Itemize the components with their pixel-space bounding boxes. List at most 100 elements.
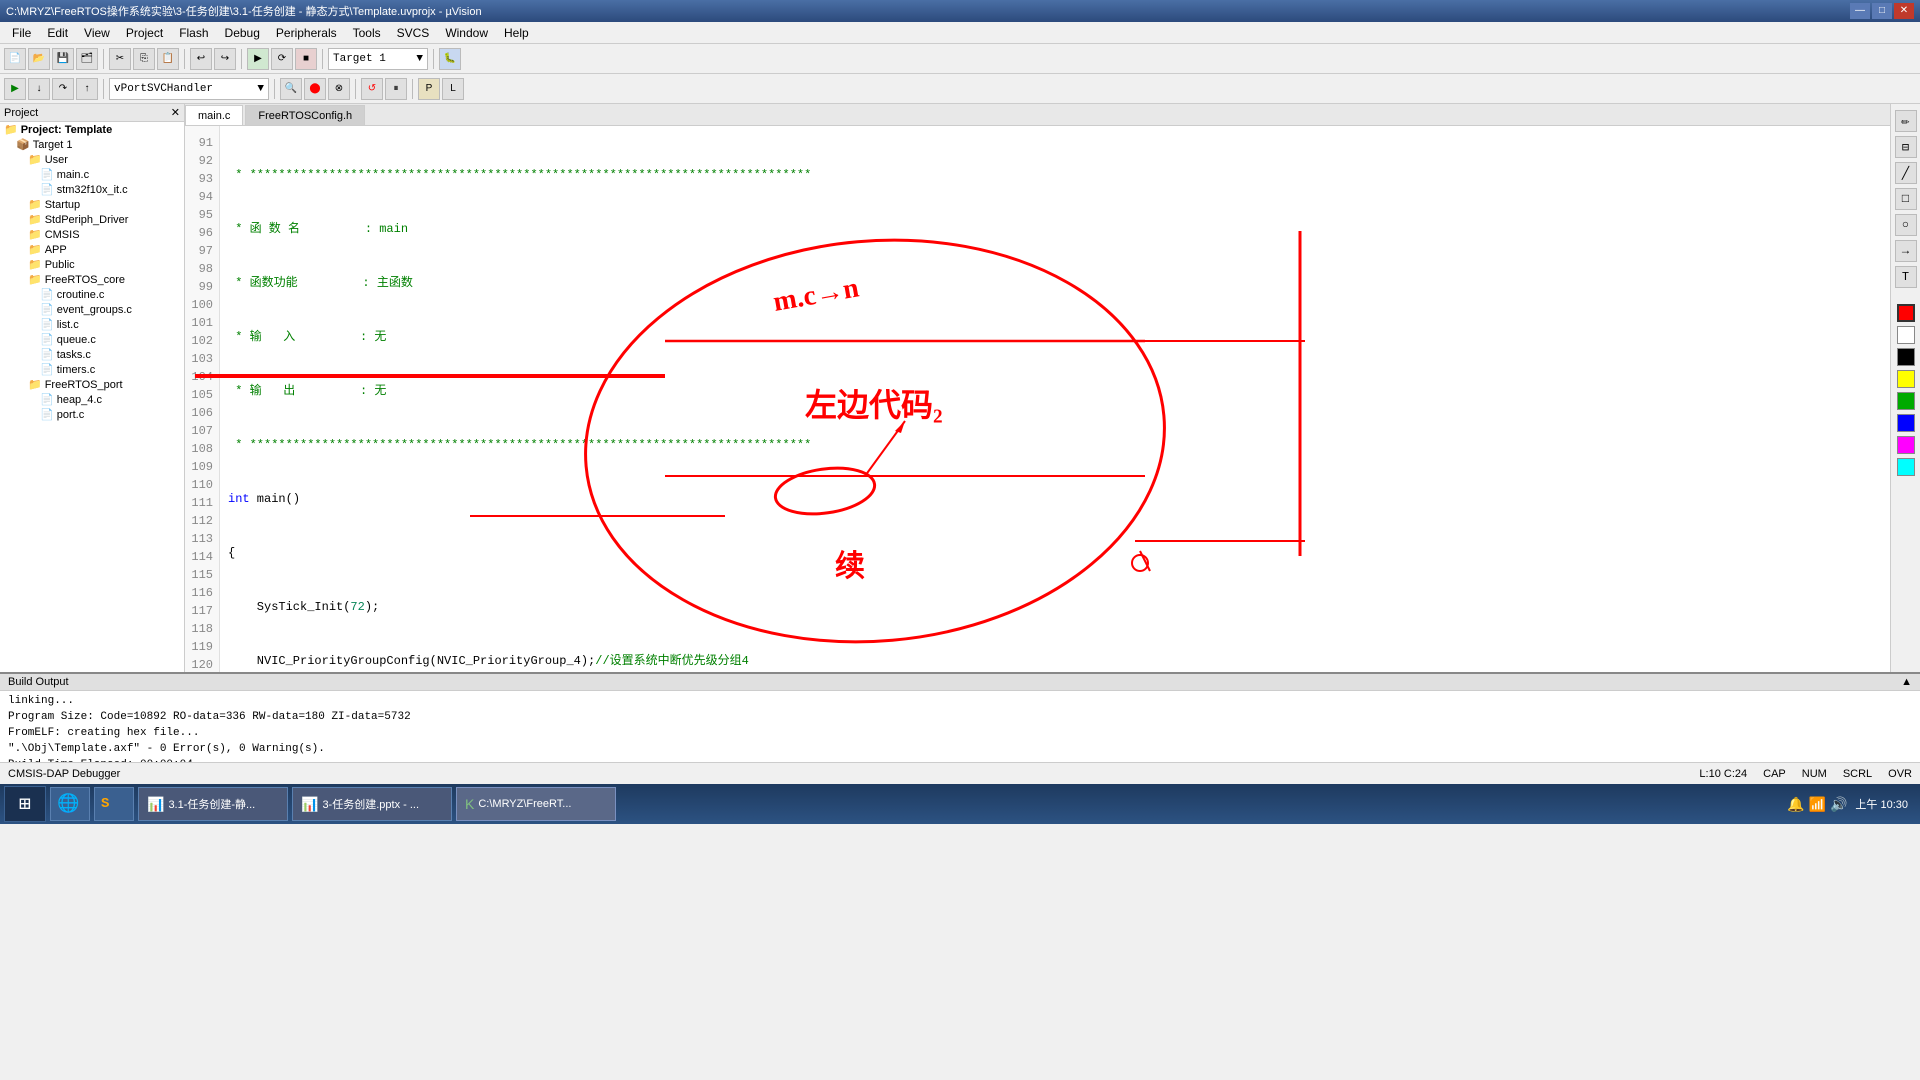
folder-icon-app: 📁 [28,243,42,256]
tree-timers[interactable]: 📄 timers.c [0,362,184,377]
project-close-btn[interactable]: ✕ [171,106,180,119]
target-dropdown[interactable]: Target 1 ▼ [328,48,428,70]
tree-project-root[interactable]: 📁 Project: Template [0,122,184,137]
folder-icon-port: 📁 [28,378,42,391]
color-magenta[interactable] [1897,436,1915,454]
tree-queue[interactable]: 📄 queue.c [0,332,184,347]
taskbar-btn-sohu[interactable]: S [94,787,134,821]
menu-help[interactable]: Help [496,24,537,42]
color-white[interactable] [1897,326,1915,344]
step-btn[interactable]: ↓ [28,78,50,100]
color-cyan[interactable] [1897,458,1915,476]
breakpoint-btn[interactable]: ⬤ [304,78,326,100]
menu-tools[interactable]: Tools [345,24,389,42]
tab-main-c[interactable]: main.c [185,105,243,125]
tree-freertos-core[interactable]: 📁 FreeRTOS_core [0,272,184,287]
build-line-2: Program Size: Code=10892 RO-data=336 RW-… [8,709,1912,725]
tree-freertos-port[interactable]: 📁 FreeRTOS_port [0,377,184,392]
cut-btn[interactable]: ✂ [109,48,131,70]
menu-debug[interactable]: Debug [217,24,268,42]
menu-window[interactable]: Window [437,24,496,42]
menu-project[interactable]: Project [118,24,171,42]
code-container: 9192939495969798991001011021031041051061… [185,126,1890,672]
ellipse-tool-btn[interactable]: ○ [1895,214,1917,236]
folder-icon-public: 📁 [28,258,42,271]
tree-public[interactable]: 📁 Public [0,257,184,272]
save-all-btn[interactable]: 🗂 [76,48,98,70]
taskbar-pptx[interactable]: 📊 3.1-任务创建-静... [138,787,288,821]
color-blue[interactable] [1897,414,1915,432]
taskbar-keil[interactable]: K C:\MRYZ\FreeRT... [456,787,616,821]
taskbar-btn-1[interactable]: 🌐 [50,787,90,821]
step-out-btn[interactable]: ↑ [76,78,98,100]
taskbar-ppt2-label: 3-任务创建.pptx - ... [322,796,419,812]
function-dropdown[interactable]: vPortSVCHandler ▼ [109,78,269,100]
color-red[interactable] [1897,304,1915,322]
tree-stm32[interactable]: 📄 stm32f10x_it.c [0,182,184,197]
save-btn[interactable]: 💾 [52,48,74,70]
stop-btn[interactable]: ■ [295,48,317,70]
tree-main-c[interactable]: 📄 main.c [0,167,184,182]
halt-btn[interactable]: ⏸ [385,78,407,100]
arrow-tool-btn[interactable]: → [1895,240,1917,262]
color-black[interactable] [1897,348,1915,366]
num-indicator: NUM [1802,768,1827,780]
tab-freertos-config[interactable]: FreeRTOSConfig.h [245,105,365,125]
tree-user[interactable]: 📁 User [0,152,184,167]
tree-port[interactable]: 📄 port.c [0,407,184,422]
new-file-btn[interactable]: 📄 [4,48,26,70]
open-btn[interactable]: 📂 [28,48,50,70]
tree-heap4[interactable]: 📄 heap_4.c [0,392,184,407]
pen-tool-btn[interactable]: ✏ [1895,110,1917,132]
build-btn[interactable]: ▶ [247,48,269,70]
color-green[interactable] [1897,392,1915,410]
line-tool-btn[interactable]: ╱ [1895,162,1917,184]
menu-svcs[interactable]: SVCS [389,24,438,42]
target-label: Target 1 [333,53,386,65]
tree-event[interactable]: 📄 event_groups.c [0,302,184,317]
build-expand-btn[interactable]: ▲ [1901,676,1912,688]
sep5 [433,49,434,69]
code-content[interactable]: * **************************************… [220,126,1890,672]
undo-btn[interactable]: ↩ [190,48,212,70]
tree-list[interactable]: 📄 list.c [0,317,184,332]
menu-peripherals[interactable]: Peripherals [268,24,345,42]
tree-app[interactable]: 📁 APP [0,242,184,257]
menu-flash[interactable]: Flash [171,24,216,42]
logic-btn[interactable]: L [442,78,464,100]
tree-tasks[interactable]: 📄 tasks.c [0,347,184,362]
code-line-99: SysTick_Init(72); [228,598,1882,616]
eraser-btn[interactable]: ⊟ [1895,136,1917,158]
paste-btn[interactable]: 📋 [157,48,179,70]
step-over-btn[interactable]: ↷ [52,78,74,100]
color-yellow[interactable] [1897,370,1915,388]
tree-target1[interactable]: 📦 Target 1 [0,137,184,152]
tree-startup[interactable]: 📁 Startup [0,197,184,212]
tree-croutine[interactable]: 📄 croutine.c [0,287,184,302]
rebuild-btn[interactable]: ⟳ [271,48,293,70]
redo-btn[interactable]: ↪ [214,48,236,70]
cursor-position: L:10 C:24 [1699,768,1747,780]
run-btn[interactable]: ▶ [4,78,26,100]
minimize-button[interactable]: — [1850,3,1870,19]
sep6 [103,79,104,99]
clear-bp-btn[interactable]: ⊗ [328,78,350,100]
close-button[interactable]: ✕ [1894,3,1914,19]
rect-tool-btn[interactable]: □ [1895,188,1917,210]
periph-btn[interactable]: P [418,78,440,100]
menu-edit[interactable]: Edit [39,24,76,42]
menu-file[interactable]: File [4,24,39,42]
reset-btn[interactable]: ↺ [361,78,383,100]
window-controls: — □ ✕ [1850,3,1914,19]
build-line-1: linking... [8,693,1912,709]
zoom-in-btn[interactable]: 🔍 [280,78,302,100]
maximize-button[interactable]: □ [1872,3,1892,19]
text-tool-btn[interactable]: T [1895,266,1917,288]
copy-btn[interactable]: ⎘ [133,48,155,70]
tree-stdperiph[interactable]: 📁 StdPeriph_Driver [0,212,184,227]
debug-btn[interactable]: 🐛 [439,48,461,70]
start-button[interactable]: ⊞ [4,786,46,822]
taskbar-ppt2[interactable]: 📊 3-任务创建.pptx - ... [292,787,452,821]
menu-view[interactable]: View [76,24,118,42]
tree-cmsis[interactable]: 📁 CMSIS [0,227,184,242]
